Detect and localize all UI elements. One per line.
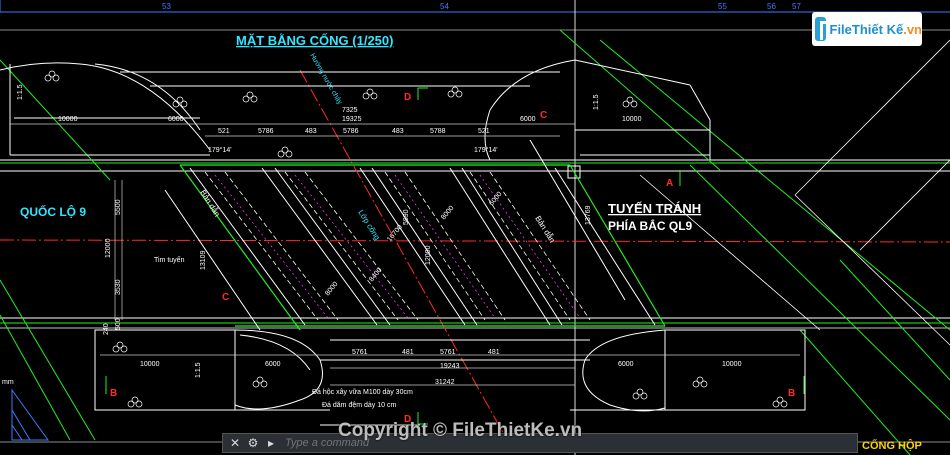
- angle-label-right: 179°14': [474, 146, 498, 154]
- dim-diag-13769: 13769: [585, 205, 592, 225]
- label-ban-dan-right: Bản dẫn: [533, 214, 556, 244]
- culvert-walls: [164, 139, 656, 331]
- dim-top-6000-right: 6000: [520, 116, 536, 123]
- scale-triangle: [11, 388, 49, 441]
- label-lop-cong: Lớp cống: [356, 208, 382, 241]
- filethietke-logo: FileThiết Kế.vn: [812, 12, 922, 46]
- dim-bottom-total-31242: 31242: [435, 379, 455, 386]
- section-label-c-top: C: [540, 110, 547, 121]
- dim-top-521-right: 521: [478, 128, 490, 135]
- label-flow-direction: Hướng nước chảy: [308, 53, 343, 107]
- dim-bottom-481-a: 481: [402, 349, 414, 356]
- drawing-title: MẶT BẰNG CỐNG (1/250): [236, 33, 393, 48]
- slope-label-top-right: 1:1.5: [593, 94, 600, 110]
- centerline-label: Tim tuyến: [154, 255, 185, 264]
- road-label-ql9: QUỐC LỘ 9: [20, 204, 86, 219]
- command-prompt-icon: ▸: [267, 436, 275, 450]
- mm-label: mm: [2, 379, 14, 386]
- dim-bottom-6000-left: 6000: [265, 361, 281, 368]
- corner-title-text: CỐNG HỘP: [862, 440, 922, 452]
- dim-top-10000-right: 10000: [622, 116, 642, 123]
- dim-top-6000-left: 6000: [168, 116, 184, 123]
- dim-left-12000: 12000: [105, 238, 112, 258]
- dim-bottom-6000-right: 6000: [618, 361, 634, 368]
- section-label-d-top: D: [404, 92, 411, 103]
- ruler-mark-55: 55: [718, 2, 727, 11]
- note-stone-masonry: Đá hộc xây vữa M100 dày 30cm: [312, 389, 413, 396]
- section-label-a: A: [666, 178, 673, 189]
- wrench-icon[interactable]: ⚙: [247, 436, 259, 450]
- road-edges: [0, 29, 950, 455]
- section-markers: [105, 87, 805, 425]
- copyright-watermark: Copyright © FileThietKe.vn: [338, 420, 583, 441]
- dim-left-3530: 3530: [115, 279, 122, 295]
- dim-diag-5890: 5890: [403, 209, 410, 225]
- dim-bottom-10000-right: 10000: [722, 361, 742, 368]
- dim-top-5788: 5788: [430, 128, 446, 135]
- dim-top-521-left: 521: [218, 128, 230, 135]
- dim-left-240: 240: [103, 323, 110, 335]
- close-icon[interactable]: ✕: [229, 436, 241, 450]
- angle-label-left: 179°14': [208, 146, 232, 154]
- ruler-mark-53: 53: [162, 2, 171, 11]
- dim-top-483-a: 483: [305, 128, 317, 135]
- dim-bottom-total-19243: 19243: [440, 363, 460, 370]
- dim-top-10000-left: 10000: [58, 116, 78, 123]
- dim-top-5786-a: 5786: [258, 128, 274, 135]
- logo-part1: File: [829, 21, 852, 37]
- note-gravel-bedding: Đá dăm đệm dày 10 cm: [322, 402, 396, 409]
- dim-bottom-5761-b: 5761: [440, 349, 456, 356]
- ruler-mark-57: 57: [792, 2, 801, 11]
- cad-drawing-canvas[interactable]: 53 54 55 56 57 MẶT BẰNG CỐNG (1/250) QUỐ…: [0, 0, 950, 455]
- ruler-mark-56: 56: [767, 2, 776, 11]
- bypass-label-line2: PHÍA BẮC QL9: [608, 218, 693, 233]
- dim-left-500: 500: [115, 318, 122, 330]
- logo-text: FileThiết Kế.vn: [830, 22, 923, 37]
- label-ban-dan-left: Bản dẫn: [198, 188, 221, 218]
- bypass-label-line1: TUYẾN TRÁNH: [608, 201, 701, 216]
- dim-left-5500: 5500: [115, 199, 122, 215]
- section-label-b-right: B: [788, 388, 795, 399]
- dim-top-small: 7325: [342, 107, 358, 114]
- section-label-c-bottom: C: [222, 292, 229, 303]
- section-label-b-left: B: [110, 388, 117, 399]
- dim-bottom-481-b: 481: [488, 349, 500, 356]
- grid-diagonals: [639, 39, 950, 346]
- logo-part2: Thiết Kế: [851, 21, 904, 37]
- road-centerline: [0, 239, 950, 243]
- ruler-mark-54: 54: [440, 2, 449, 11]
- slope-label-bottom-left: 1:1.5: [195, 362, 202, 378]
- culvert-outline: [179, 164, 666, 331]
- vegetation-symbols: [44, 70, 788, 408]
- culvert-cells-magenta: [214, 174, 581, 319]
- frame-lines: [0, 0, 950, 455]
- dim-diag-8000-b: 8000: [440, 205, 455, 222]
- slope-label-top-left: 1:1.5: [17, 84, 24, 100]
- dim-bottom-10000-left: 10000: [140, 361, 160, 368]
- dim-top-5786-b: 5786: [343, 128, 359, 135]
- top-ruler: 53 54 55 56 57: [0, 0, 950, 13]
- dim-diag-8000: 8000: [324, 281, 339, 298]
- dim-diag-12000: 12000: [425, 245, 432, 265]
- logo-mark-icon: [815, 17, 832, 41]
- dim-top-483-b: 483: [392, 128, 404, 135]
- dim-diag-6000: 6000: [488, 191, 503, 208]
- dim-diag-13109: 13109: [200, 250, 207, 270]
- dim-diag-8400: 8400: [368, 267, 383, 284]
- logo-part3: .vn: [903, 21, 922, 37]
- dim-bottom-5761-a: 5761: [352, 349, 368, 356]
- dim-top-total: 19325: [342, 116, 362, 123]
